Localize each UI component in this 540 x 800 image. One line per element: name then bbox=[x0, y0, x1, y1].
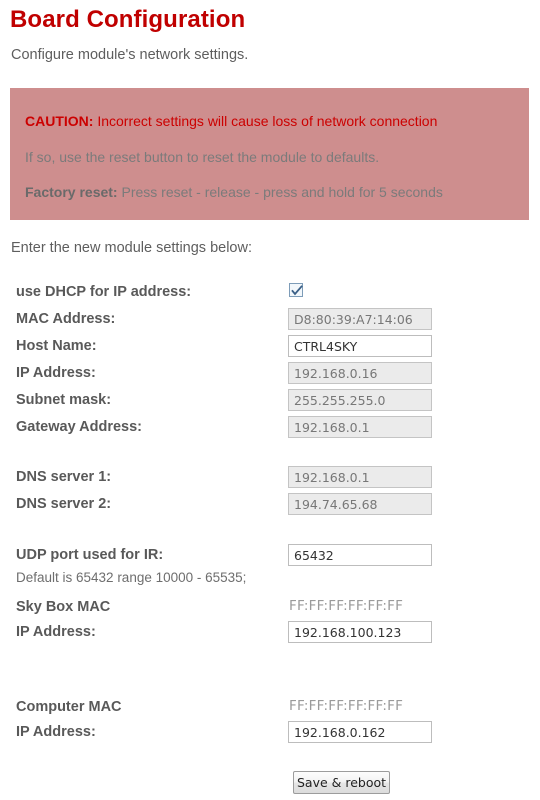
row-dns-server-1: DNS server 1: bbox=[0, 466, 540, 492]
host-name-input[interactable] bbox=[288, 335, 432, 357]
row-sky-box-mac: Sky Box MAC FF:FF:FF:FF:FF:FF bbox=[0, 596, 540, 622]
subnet-mask-input[interactable] bbox=[288, 389, 432, 411]
label-ip-address: IP Address: bbox=[16, 365, 96, 381]
sky-box-ip-input[interactable] bbox=[288, 621, 432, 643]
page-title: Board Configuration bbox=[10, 6, 246, 33]
row-mac-address: MAC Address: bbox=[0, 308, 540, 334]
computer-ip-input[interactable] bbox=[288, 721, 432, 743]
label-dns-server-2: DNS server 2: bbox=[16, 496, 112, 512]
gateway-address-input[interactable] bbox=[288, 416, 432, 438]
label-use-dhcp: use DHCP for IP address: bbox=[16, 284, 192, 300]
save-and-reboot-button[interactable]: Save & reboot bbox=[293, 771, 390, 794]
caution-label: CAUTION: bbox=[25, 113, 94, 129]
caution-reset-text: If so, use the reset button to reset the… bbox=[25, 149, 380, 165]
udp-port-input[interactable] bbox=[288, 544, 432, 566]
row-use-dhcp: use DHCP for IP address: bbox=[0, 281, 540, 307]
ip-address-input[interactable] bbox=[288, 362, 432, 384]
label-sky-box-ip: IP Address: bbox=[16, 624, 96, 640]
caution-message: Incorrect settings will cause loss of ne… bbox=[93, 113, 438, 129]
sky-box-mac-value: FF:FF:FF:FF:FF:FF bbox=[289, 598, 404, 614]
row-ip-address: IP Address: bbox=[0, 362, 540, 388]
label-host-name: Host Name: bbox=[16, 338, 97, 354]
udp-port-hint: Default is 65432 range 10000 - 65535; bbox=[16, 570, 247, 585]
label-computer-mac: Computer MAC bbox=[16, 699, 122, 715]
caution-warning-line: CAUTION: Incorrect settings will cause l… bbox=[25, 113, 437, 129]
row-dns-server-2: DNS server 2: bbox=[0, 493, 540, 519]
label-gateway-address: Gateway Address: bbox=[16, 419, 142, 435]
mac-address-input[interactable] bbox=[288, 308, 432, 330]
caution-reset-line: If so, use the reset button to reset the… bbox=[25, 149, 379, 165]
caution-panel: CAUTION: Incorrect settings will cause l… bbox=[10, 88, 529, 220]
dns-server-2-input[interactable] bbox=[288, 493, 432, 515]
row-sky-box-ip: IP Address: bbox=[0, 621, 540, 647]
page-subtitle: Configure module's network settings. bbox=[11, 47, 249, 63]
computer-mac-value: FF:FF:FF:FF:FF:FF bbox=[289, 698, 404, 714]
row-computer-ip: IP Address: bbox=[0, 721, 540, 747]
dns-server-1-input[interactable] bbox=[288, 466, 432, 488]
label-udp-port: UDP port used for IR: bbox=[16, 547, 164, 563]
label-subnet-mask: Subnet mask: bbox=[16, 392, 112, 408]
label-computer-ip: IP Address: bbox=[16, 724, 96, 740]
row-udp-port: UDP port used for IR: bbox=[0, 544, 540, 570]
label-sky-box-mac: Sky Box MAC bbox=[16, 599, 111, 615]
row-gateway-address: Gateway Address: bbox=[0, 416, 540, 442]
label-mac-address: MAC Address: bbox=[16, 311, 116, 327]
check-icon bbox=[291, 285, 303, 296]
form-intro-text: Enter the new module settings below: bbox=[11, 240, 252, 256]
factory-reset-message: Press reset - release - press and hold f… bbox=[117, 184, 443, 200]
factory-reset-label: Factory reset: bbox=[25, 184, 118, 200]
label-dns-server-1: DNS server 1: bbox=[16, 469, 112, 485]
dhcp-checkbox[interactable] bbox=[289, 283, 303, 297]
row-subnet-mask: Subnet mask: bbox=[0, 389, 540, 415]
caution-factory-line: Factory reset: Press reset - release - p… bbox=[25, 184, 443, 200]
row-computer-mac: Computer MAC FF:FF:FF:FF:FF:FF bbox=[0, 696, 540, 722]
row-host-name: Host Name: bbox=[0, 335, 540, 361]
